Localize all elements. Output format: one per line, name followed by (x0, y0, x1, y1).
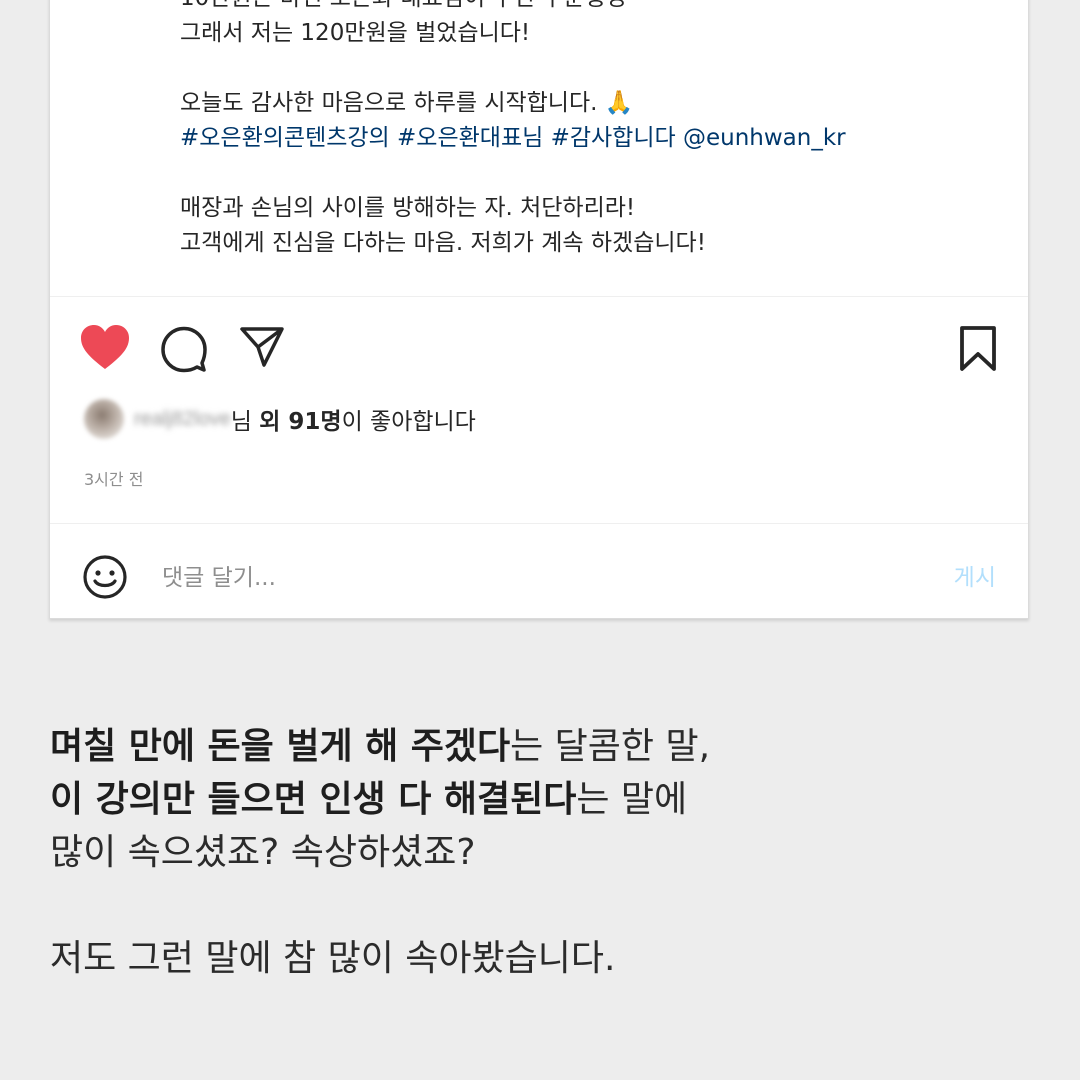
body-emphasis: 며칠 만에 돈을 벌게 해 주겠다 (50, 726, 511, 767)
likes-suffix: 이 좋아합니다 (341, 409, 476, 435)
body-text: 는 달콤한 말, (510, 726, 711, 767)
heart-icon[interactable] (79, 323, 131, 371)
likes-count[interactable]: 외 91명 (259, 409, 341, 435)
caption-gap (180, 156, 1000, 191)
post-comment-button[interactable]: 게시 (954, 558, 996, 592)
smiley-icon[interactable] (82, 554, 128, 600)
caption-line: 그래서 저는 120만원을 벌었습니다! (180, 20, 531, 46)
caption-line: 고객에게 진심을 다하는 마음. 저희가 계속 하겠습니다! (180, 230, 706, 256)
body-line: 며칠 만에 돈을 벌게 해 주겠다는 달콤한 말, (50, 720, 1050, 773)
caption-hashtag-line: #오은환의콘텐츠강의 #오은환대표님 #감사합니다 @eunhwan_kr (180, 121, 1000, 156)
send-icon[interactable] (238, 325, 286, 369)
post-caption: 10만원은 바친 오은화 대표님이 주신 수준형성 그래서 저는 120만원을 … (180, 0, 1000, 261)
post-timestamp: 3시간 전 (84, 470, 144, 489)
avatar[interactable] (84, 399, 124, 439)
hashtag-link[interactable]: #오은환의콘텐츠강의 (180, 125, 390, 151)
divider (50, 296, 1028, 297)
body-text: 는 말에 (576, 779, 688, 820)
caption-gap (180, 51, 1000, 86)
body-copy: 며칠 만에 돈을 벌게 해 주겠다는 달콤한 말, 이 강의만 들으면 인생 다… (50, 720, 1050, 985)
comment-icon[interactable] (160, 325, 208, 373)
body-line: 많이 속으셨죠? 속상하셨죠? (50, 832, 476, 873)
post-actions-bar (50, 319, 1028, 379)
body-line: 저도 그런 말에 참 많이 속아봤습니다. (50, 938, 616, 979)
hashtag-link[interactable]: #오은환대표님 (397, 125, 543, 151)
caption-line: 오늘도 감사한 마음으로 하루를 시작합니다. 🙏 (180, 90, 634, 116)
hashtag-link[interactable]: #감사합니다 (551, 125, 676, 151)
caption-line: 매장과 손님의 사이를 방해하는 자. 처단하리라! (180, 195, 636, 221)
caption-line: 10만원은 바친 오은화 대표님이 주신 수준형성 (180, 0, 1000, 16)
comment-input[interactable]: 댓글 달기... (162, 558, 276, 592)
likes-suffix: 님 (230, 409, 260, 435)
likes-summary: realj82love 님 외 91명이 좋아합니다 (84, 399, 476, 439)
bookmark-icon[interactable] (958, 325, 998, 373)
mention-link[interactable]: @eunhwan_kr (683, 125, 846, 151)
likes-text: 님 외 91명이 좋아합니다 (231, 402, 476, 436)
body-line: 이 강의만 들으면 인생 다 해결된다는 말에 (50, 773, 1050, 826)
liked-by-username[interactable]: realj82love (134, 408, 231, 431)
body-emphasis: 이 강의만 들으면 인생 다 해결된다 (50, 779, 577, 820)
instagram-post-card: 10만원은 바친 오은화 대표님이 주신 수준형성 그래서 저는 120만원을 … (49, 0, 1029, 619)
comment-bar: 댓글 달기... 게시 (50, 524, 1028, 618)
